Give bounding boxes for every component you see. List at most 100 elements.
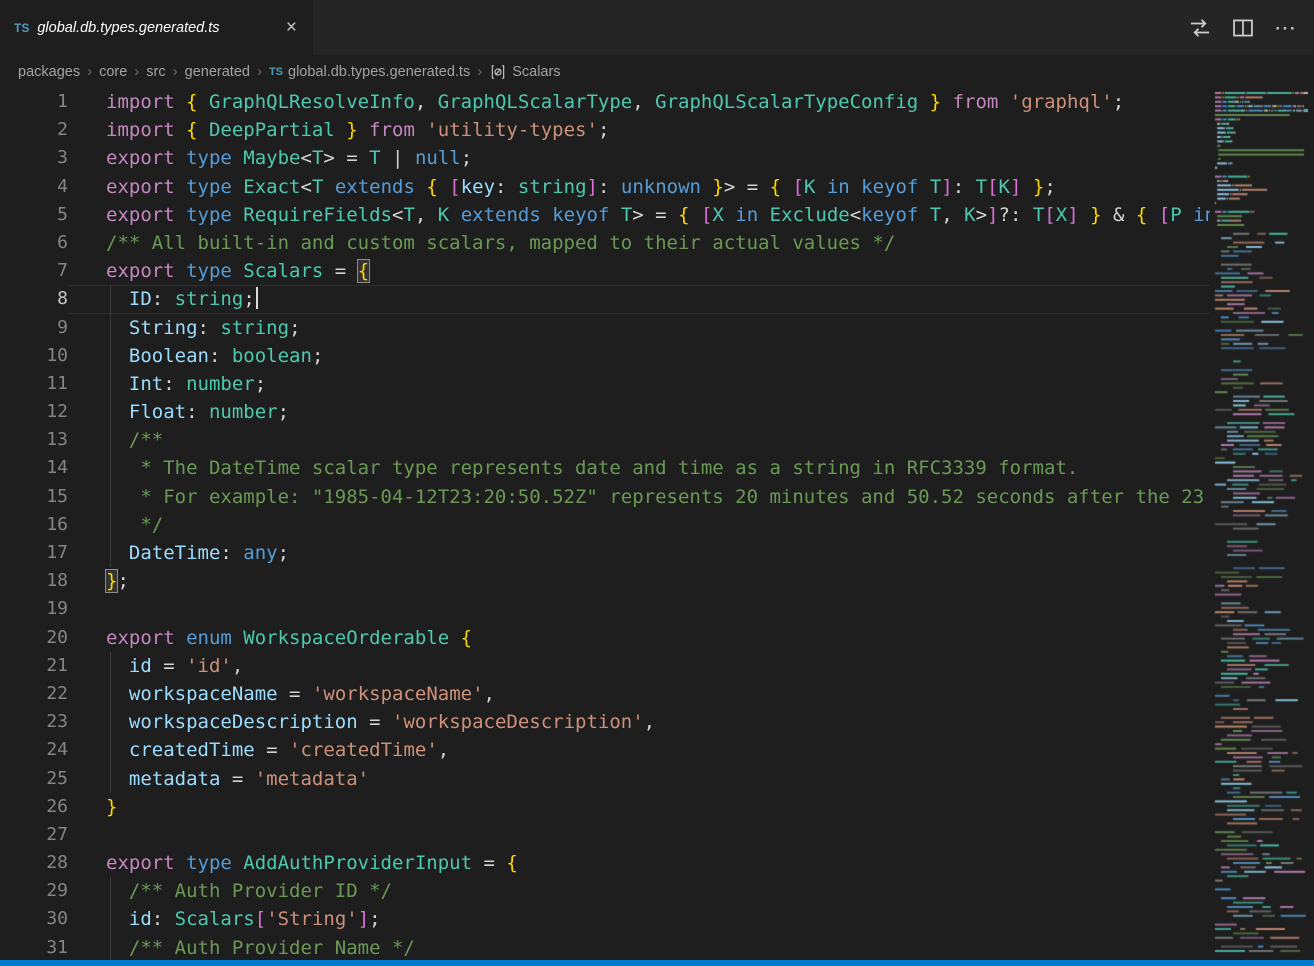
- line-number: 25: [0, 765, 68, 793]
- code-line[interactable]: 13 /**: [0, 426, 1210, 454]
- line-number: 30: [0, 905, 68, 933]
- code-line[interactable]: 18};: [0, 567, 1210, 595]
- code-line[interactable]: 20export enum WorkspaceOrderable {: [0, 624, 1210, 652]
- compare-changes-icon[interactable]: [1188, 16, 1212, 40]
- indent-guide: [110, 736, 111, 764]
- code-line[interactable]: 30 id: Scalars['String'];: [0, 905, 1210, 933]
- breadcrumb-separator: ›: [87, 63, 92, 80]
- line-number: 27: [0, 821, 68, 849]
- text-cursor: [256, 287, 258, 309]
- line-number: 22: [0, 680, 68, 708]
- indent-guide: [110, 708, 111, 736]
- code-line[interactable]: 2import { DeepPartial } from 'utility-ty…: [0, 116, 1210, 144]
- code-line[interactable]: 21 id = 'id',: [0, 652, 1210, 680]
- code-line[interactable]: 19: [0, 595, 1210, 623]
- line-number: 29: [0, 877, 68, 905]
- close-icon[interactable]: ×: [282, 16, 301, 39]
- indent-guide: [110, 765, 111, 793]
- tab-title: global.db.types.generated.ts: [37, 20, 219, 36]
- line-number: 14: [0, 454, 68, 482]
- line-number: 7: [0, 257, 68, 285]
- code-line[interactable]: 31 /** Auth Provider Name */: [0, 934, 1210, 960]
- code-line[interactable]: 15 * For example: "1985-04-12T23:20:50.5…: [0, 483, 1210, 511]
- breadcrumb-core[interactable]: core: [99, 64, 127, 80]
- breadcrumb-symbol-label: Scalars: [512, 64, 560, 80]
- code-line[interactable]: 16 */: [0, 511, 1210, 539]
- breadcrumb-file-label: global.db.types.generated.ts: [288, 64, 470, 80]
- status-bar: [0, 960, 1314, 966]
- code-area[interactable]: 1import { GraphQLResolveInfo, GraphQLSca…: [0, 88, 1210, 960]
- line-number: 21: [0, 652, 68, 680]
- code-line[interactable]: 10 Boolean: boolean;: [0, 342, 1210, 370]
- minimap-canvas: [1212, 90, 1308, 956]
- line-number: 1: [0, 88, 68, 116]
- line-number: 26: [0, 793, 68, 821]
- line-number: 4: [0, 173, 68, 201]
- code-line[interactable]: 7export type Scalars = {: [0, 257, 1210, 285]
- indent-guide: [110, 370, 111, 398]
- indent-guide: [110, 905, 111, 933]
- line-number: 17: [0, 539, 68, 567]
- code-line[interactable]: 5export type RequireFields<T, K extends …: [0, 201, 1210, 229]
- breadcrumb-generated[interactable]: generated: [185, 64, 250, 80]
- indent-guide: [110, 285, 111, 313]
- line-number: 24: [0, 736, 68, 764]
- line-number: 5: [0, 201, 68, 229]
- tab-global-db-types[interactable]: TS global.db.types.generated.ts ×: [0, 0, 314, 55]
- breadcrumb: packages › core › src › generated › TS g…: [0, 55, 1314, 88]
- split-editor-icon[interactable]: [1232, 17, 1254, 39]
- indent-guide: [110, 454, 111, 482]
- code-line[interactable]: 23 workspaceDescription = 'workspaceDesc…: [0, 708, 1210, 736]
- line-number: 6: [0, 229, 68, 257]
- indent-guide: [110, 398, 111, 426]
- code-line[interactable]: 1import { GraphQLResolveInfo, GraphQLSca…: [0, 88, 1210, 116]
- code-line[interactable]: 11 Int: number;: [0, 370, 1210, 398]
- code-line[interactable]: 9 String: string;: [0, 314, 1210, 342]
- indent-guide: [110, 511, 111, 539]
- indent-guide: [110, 342, 111, 370]
- line-number: 31: [0, 934, 68, 960]
- code-line[interactable]: 25 metadata = 'metadata': [0, 765, 1210, 793]
- indent-guide: [110, 539, 111, 567]
- breadcrumb-file[interactable]: TS global.db.types.generated.ts: [269, 64, 470, 80]
- code-line[interactable]: 24 createdTime = 'createdTime',: [0, 736, 1210, 764]
- code-line[interactable]: 3export type Maybe<T> = T | null;: [0, 144, 1210, 172]
- more-actions-icon[interactable]: ⋯: [1274, 17, 1296, 39]
- breadcrumb-symbol[interactable]: Scalars: [489, 63, 560, 81]
- typescript-file-icon: TS: [269, 66, 283, 78]
- indent-guide: [110, 426, 111, 454]
- code-line[interactable]: 28export type AddAuthProviderInput = {: [0, 849, 1210, 877]
- line-number: 10: [0, 342, 68, 370]
- indent-guide: [110, 483, 111, 511]
- code-line[interactable]: 6/** All built-in and custom scalars, ma…: [0, 229, 1210, 257]
- indent-guide: [110, 652, 111, 680]
- code-line[interactable]: 14 * The DateTime scalar type represents…: [0, 454, 1210, 482]
- line-number: 9: [0, 314, 68, 342]
- code-line[interactable]: 29 /** Auth Provider ID */: [0, 877, 1210, 905]
- breadcrumb-src[interactable]: src: [146, 64, 165, 80]
- breadcrumb-separator: ›: [134, 63, 139, 80]
- line-number: 19: [0, 595, 68, 623]
- editor-actions: ⋯: [1188, 0, 1314, 55]
- editor: 1import { GraphQLResolveInfo, GraphQLSca…: [0, 88, 1314, 960]
- breadcrumb-separator: ›: [477, 63, 482, 80]
- typescript-file-icon: TS: [14, 21, 29, 35]
- line-number: 2: [0, 116, 68, 144]
- code-line[interactable]: 27: [0, 821, 1210, 849]
- breadcrumb-packages[interactable]: packages: [18, 64, 80, 80]
- breadcrumb-separator: ›: [173, 63, 178, 80]
- code-line[interactable]: 22 workspaceName = 'workspaceName',: [0, 680, 1210, 708]
- symbol-icon: [489, 63, 507, 81]
- line-number: 23: [0, 708, 68, 736]
- indent-guide: [110, 877, 111, 905]
- code-line[interactable]: 8 ID: string;: [0, 285, 1210, 313]
- breadcrumb-separator: ›: [257, 63, 262, 80]
- code-line[interactable]: 26}: [0, 793, 1210, 821]
- line-number: 28: [0, 849, 68, 877]
- code-line[interactable]: 17 DateTime: any;: [0, 539, 1210, 567]
- code-line[interactable]: 12 Float: number;: [0, 398, 1210, 426]
- indent-guide: [110, 934, 111, 960]
- minimap[interactable]: [1210, 88, 1314, 960]
- line-number: 16: [0, 511, 68, 539]
- code-line[interactable]: 4export type Exact<T extends { [key: str…: [0, 173, 1210, 201]
